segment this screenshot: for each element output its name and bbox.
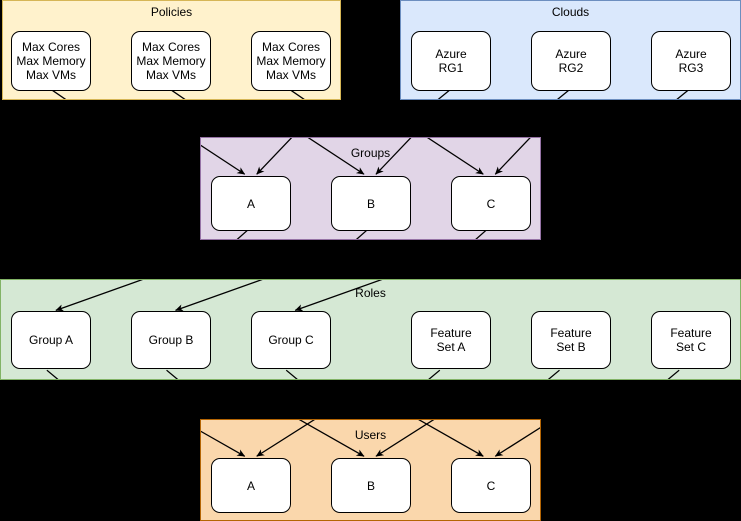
node-policy-1[interactable]: Max Cores Max Memory Max VMs <box>11 31 91 91</box>
band-roles: Roles Group A Group B Group C Feature Se… <box>0 279 741 380</box>
node-policy-3[interactable]: Max Cores Max Memory Max VMs <box>251 31 331 91</box>
node-group-b[interactable]: B <box>331 176 411 231</box>
node-role-feature-set-a[interactable]: Feature Set A <box>411 311 491 369</box>
node-role-group-c[interactable]: Group C <box>251 311 331 369</box>
node-label: B <box>366 196 375 211</box>
node-cloud-rg3[interactable]: Azure RG3 <box>651 31 731 91</box>
node-label: B <box>366 478 375 493</box>
band-groups: Groups A B C <box>200 137 541 240</box>
node-label: Azure RG2 <box>555 47 587 75</box>
band-policies: Policies Max Cores Max Memory Max VMs Ma… <box>2 0 341 100</box>
node-label: Group B <box>148 333 194 347</box>
diagram-canvas: Policies Max Cores Max Memory Max VMs Ma… <box>0 0 741 521</box>
node-label: Feature Set C <box>670 326 712 354</box>
node-label: A <box>246 196 255 211</box>
node-group-c[interactable]: C <box>451 176 531 231</box>
node-cloud-rg2[interactable]: Azure RG2 <box>531 31 611 91</box>
node-user-c[interactable]: C <box>451 458 531 513</box>
node-label: Group A <box>28 333 74 347</box>
node-label: A <box>246 478 255 493</box>
node-label: Azure RG1 <box>435 47 467 75</box>
node-label: Max Cores Max Memory Max VMs <box>16 40 86 82</box>
node-role-feature-set-c[interactable]: Feature Set C <box>651 311 731 369</box>
node-label: C <box>486 478 496 493</box>
node-role-group-a[interactable]: Group A <box>11 311 91 369</box>
band-clouds: Clouds Azure RG1 Azure RG2 Azure RG3 <box>400 0 741 100</box>
node-group-a[interactable]: A <box>211 176 291 231</box>
node-label: Max Cores Max Memory Max VMs <box>256 40 326 82</box>
node-label: Max Cores Max Memory Max VMs <box>136 40 206 82</box>
node-label: C <box>486 196 496 211</box>
node-role-feature-set-b[interactable]: Feature Set B <box>531 311 611 369</box>
band-users: Users A B C <box>200 419 541 521</box>
node-label: Group C <box>268 333 314 347</box>
band-title-policies: Policies <box>150 5 193 19</box>
node-label: Azure RG3 <box>675 47 707 75</box>
node-cloud-rg1[interactable]: Azure RG1 <box>411 31 491 91</box>
node-user-a[interactable]: A <box>211 458 291 513</box>
node-label: Feature Set A <box>430 326 472 354</box>
node-user-b[interactable]: B <box>331 458 411 513</box>
node-label: Feature Set B <box>550 326 592 354</box>
band-title-roles: Roles <box>355 286 386 300</box>
band-title-clouds: Clouds <box>551 5 590 19</box>
node-policy-2[interactable]: Max Cores Max Memory Max VMs <box>131 31 211 91</box>
node-role-group-b[interactable]: Group B <box>131 311 211 369</box>
band-title-users: Users <box>354 428 387 442</box>
band-title-groups: Groups <box>350 146 391 160</box>
